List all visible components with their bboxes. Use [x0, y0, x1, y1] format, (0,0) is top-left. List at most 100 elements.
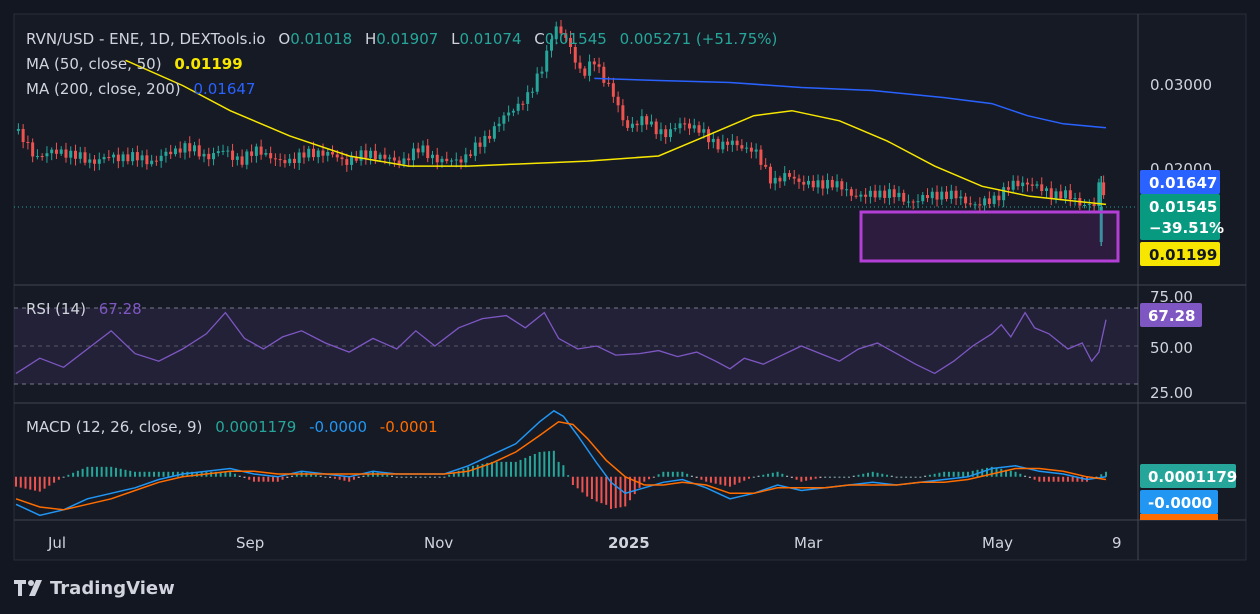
macd-histogram-bar	[728, 476, 731, 487]
macd-histogram-bar	[429, 476, 432, 478]
macd-histogram-bar	[676, 471, 679, 477]
macd-histogram-bar	[357, 476, 360, 478]
macd-histogram-bar	[643, 476, 646, 482]
macd-histogram-bar	[738, 476, 741, 483]
macd-histogram-bar	[153, 471, 156, 477]
svg-text:67.28: 67.28	[1148, 307, 1195, 325]
macd-histogram-bar	[133, 471, 136, 477]
macd-histogram-bar	[433, 476, 436, 478]
macd-histogram-bar	[324, 476, 327, 478]
macd-histogram-bar	[1038, 476, 1041, 482]
macd-histogram-bar	[895, 476, 898, 478]
macd-histogram-bar	[776, 471, 779, 477]
macd-histogram-bar	[267, 476, 270, 482]
macd-histogram-bar	[795, 476, 798, 480]
macd-histogram-bar	[562, 465, 565, 477]
macd-histogram-bar	[843, 476, 846, 478]
macd-histogram-bar	[852, 475, 855, 477]
macd-histogram-bar	[24, 476, 27, 489]
macd-histogram-bar	[619, 476, 622, 508]
macd-histogram-bar	[476, 464, 479, 477]
macd-histogram-bar	[95, 466, 98, 477]
macd-histogram-bar	[881, 473, 884, 477]
macd-histogram-bar	[110, 466, 113, 477]
macd-histogram-bar	[909, 476, 912, 478]
chart-canvas[interactable]: 0.03000 0.02000 75.00 50.00 25.00 0.0164…	[0, 0, 1260, 614]
macd-histogram-bar	[576, 476, 579, 489]
macd-histogram-bar	[167, 471, 170, 477]
last-price-badge: 0.01545 −39.51%	[1140, 194, 1224, 240]
macd-histogram-bar	[833, 476, 836, 478]
macd-histogram-bar	[443, 476, 446, 478]
macd-histogram-bar	[257, 476, 260, 482]
macd-histogram-bar	[529, 455, 532, 477]
macd-histogram-bar	[867, 472, 870, 477]
macd-histogram-bar	[900, 476, 903, 478]
rsi-value-badge: 67.28	[1140, 303, 1202, 327]
macd-histogram-bar	[871, 471, 874, 477]
macd-histogram-bar	[667, 471, 670, 477]
macd-histogram-bar	[543, 451, 546, 477]
macd-histogram-bar	[424, 476, 427, 478]
macd-histogram-bar	[124, 469, 127, 477]
macd-histogram-bar	[752, 476, 755, 478]
ma50-legend[interactable]: MA (50, close, 50) 0.01199	[26, 55, 243, 73]
rsi-legend[interactable]: RSI (14) 67.28	[26, 300, 142, 318]
macd-histogram-bar	[862, 473, 865, 477]
macd-histogram-bar	[828, 476, 831, 478]
macd-histogram-bar	[733, 476, 736, 485]
macd-histogram-bar	[15, 476, 17, 487]
macd-histogram-bar	[686, 473, 689, 477]
macd-histogram-bar	[338, 476, 341, 480]
macd-histogram-bar	[314, 474, 317, 477]
macd-histogram-bar	[76, 470, 79, 477]
macd-histogram-bar	[567, 475, 570, 477]
macd-histogram-bar	[72, 472, 75, 477]
macd-histogram-bar	[19, 476, 22, 488]
macd-histogram-bar	[938, 472, 941, 477]
macd-histogram-bar	[419, 476, 422, 478]
macd-histogram-bar	[767, 473, 770, 477]
macd-histogram-bar	[495, 461, 498, 477]
macd-histogram-bar	[952, 471, 955, 477]
macd-histogram-bar	[286, 476, 289, 478]
macd-histogram-bar	[386, 474, 389, 477]
macd-histogram-bar	[252, 476, 255, 482]
macd-histogram-bar	[1009, 470, 1012, 477]
macd-histogram-bar	[100, 466, 103, 477]
macd-histogram-bar	[943, 471, 946, 477]
macd-line-badge: -0.0000	[1140, 490, 1218, 514]
macd-histogram-bar	[1066, 476, 1069, 482]
macd-histogram-bar	[847, 476, 850, 478]
macd-histogram-bar	[510, 461, 513, 477]
macd-histogram-bar	[652, 476, 655, 478]
macd-histogram-bar	[719, 476, 722, 485]
countdown-value: −39.51%	[1149, 219, 1224, 237]
macd-histogram-bar	[272, 476, 275, 482]
macd-histogram-bar	[329, 476, 332, 478]
macd-histogram-bar	[1105, 471, 1107, 477]
ma200-legend[interactable]: MA (200, close, 200) 0.01647	[26, 80, 255, 98]
macd-histogram-bar	[410, 476, 413, 478]
macd-histogram-bar	[800, 476, 803, 482]
last-price-value: 0.01545	[1149, 198, 1217, 216]
macd-histogram-bar	[471, 465, 474, 477]
macd-histogram-bar	[391, 475, 394, 477]
symbol-legend[interactable]: RVN/USD - ENE, 1D, DEXTools.io O0.01018 …	[26, 30, 777, 48]
time-tick: May	[982, 534, 1013, 552]
macd-histogram-bar	[657, 474, 660, 477]
macd-histogram-bar	[114, 467, 117, 477]
macd-histogram-bar	[238, 475, 241, 477]
macd-histogram-bar	[362, 475, 365, 477]
consolidation-range-box[interactable]	[859, 210, 1120, 263]
macd-histogram-bar	[319, 475, 322, 477]
macd-histogram-bar	[291, 475, 294, 477]
svg-text:0.01199: 0.01199	[1149, 246, 1217, 264]
macd-histogram-bar	[243, 476, 246, 478]
macd-histogram-bar	[81, 468, 84, 477]
time-tick: 9	[1112, 534, 1122, 552]
svg-text:0.01647: 0.01647	[1149, 174, 1217, 192]
macd-histogram-bar	[519, 459, 522, 477]
macd-histogram-bar	[571, 476, 574, 485]
macd-histogram-bar	[595, 476, 598, 502]
